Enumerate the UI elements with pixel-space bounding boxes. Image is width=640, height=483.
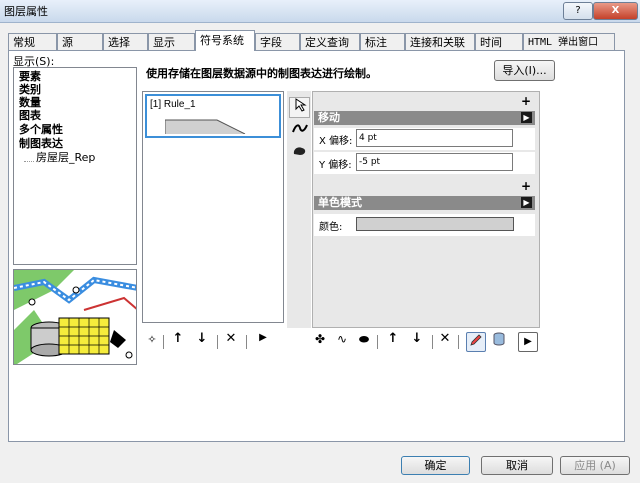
y-offset-row: Y 偏移: -5 pt [314,152,535,174]
toolbar-separator [458,335,459,349]
dialog-body: 常规 源 选择 显示 符号系统 字段 定义查询 标注 连接和关联 时间 HTML… [0,23,640,483]
tab-html-popup[interactable]: HTML 弹出窗口 [523,33,615,50]
select-layer-icon[interactable] [289,97,310,118]
tab-time[interactable]: 时间 [475,33,523,50]
color-label: 颜色: [319,222,343,233]
import-button[interactable]: 导入(I)... [494,60,555,81]
show-list[interactable]: 要素 类别 数量 图表 多个属性 制图表达 房屋层_Rep [13,67,137,265]
toolbar-separator [217,335,218,349]
x-offset-row: X 偏移: 4 pt [314,128,535,150]
list-item[interactable]: 图表 [19,110,41,122]
help-button[interactable]: ? [563,2,593,20]
more-arrow-icon[interactable]: ▶ [518,332,538,352]
rule-list[interactable]: [1] Rule_1 [142,91,284,323]
color-section-header[interactable]: 单色模式 ▶ [314,196,535,210]
list-item[interactable]: 数量 [19,97,41,109]
add-icon[interactable]: ✧ [144,333,160,346]
tab-selection[interactable]: 选择 [103,33,148,50]
delete-icon[interactable]: ✕ [437,331,453,346]
color-row: 颜色: [314,214,535,236]
add-point-layer-icon[interactable]: ✤ [312,332,328,346]
tab-display[interactable]: 显示 [148,33,195,50]
toolbar-separator [432,335,433,349]
add-polygon-layer-icon[interactable]: ⬬ [356,332,372,347]
polygon-layer-icon[interactable] [289,144,310,165]
close-button[interactable]: X [593,2,638,20]
add-line-layer-icon[interactable]: ∿ [334,332,350,346]
tab-source[interactable]: 源 [57,33,103,50]
toolbar-separator [163,335,164,349]
tab-fields[interactable]: 字段 [255,33,300,50]
tree-connector [24,161,34,162]
list-item-child[interactable]: 房屋层_Rep [36,152,95,164]
rule-label: [1] Rule_1 [150,99,196,110]
y-offset-input[interactable]: -5 pt [356,153,513,171]
apply-button[interactable]: 应用 (A) [560,456,630,475]
move-section-title: 移动 [318,111,340,124]
title-bar: 图层属性 ? X [0,0,640,23]
y-offset-label: Y 偏移: [319,160,352,171]
more-arrow-icon[interactable]: ▶ [255,332,271,343]
list-item[interactable]: 多个属性 [19,124,63,136]
rule-item[interactable]: [1] Rule_1 [145,94,281,138]
cylinder-icon[interactable] [489,332,509,352]
section-arrow-icon[interactable]: ▶ [521,112,532,123]
up-arrow-icon[interactable]: ↑ [385,331,401,346]
list-item[interactable]: 要素 [19,71,41,83]
line-layer-icon[interactable] [289,121,310,142]
section-arrow-icon[interactable]: ▶ [521,197,532,208]
up-arrow-icon[interactable]: ↑ [170,331,186,346]
delete-icon[interactable]: ✕ [223,331,239,346]
list-item[interactable]: 制图表达 [19,138,63,150]
tab-general[interactable]: 常规 [8,33,57,50]
expand-color-button[interactable]: + [521,179,531,193]
expand-move-button[interactable]: + [521,94,531,108]
pencil-icon[interactable] [466,332,486,352]
tab-joins-relates[interactable]: 连接和关联 [405,33,475,50]
down-arrow-icon[interactable]: ↓ [194,331,210,346]
color-section-title: 单色模式 [318,196,362,209]
toolbar-separator [377,335,378,349]
x-offset-input[interactable]: 4 pt [356,129,513,147]
toolbar-separator [246,335,247,349]
tab-labels[interactable]: 标注 [360,33,405,50]
ok-button[interactable]: 确定 [401,456,470,475]
color-swatch[interactable] [356,217,514,231]
down-arrow-icon[interactable]: ↓ [409,331,425,346]
symbology-preview-image [13,269,137,365]
rule-symbol-icon [165,119,246,134]
move-section-header[interactable]: 移动 ▶ [314,111,535,125]
list-item[interactable]: 类别 [19,84,41,96]
tab-definition-query[interactable]: 定义查询 [300,33,360,50]
description-text: 使用存储在图层数据源中的制图表达进行绘制。 [146,67,377,80]
x-offset-label: X 偏移: [319,136,353,147]
window-title: 图层属性 [4,5,48,18]
cancel-button[interactable]: 取消 [481,456,553,475]
tab-symbology[interactable]: 符号系统 [195,30,255,51]
